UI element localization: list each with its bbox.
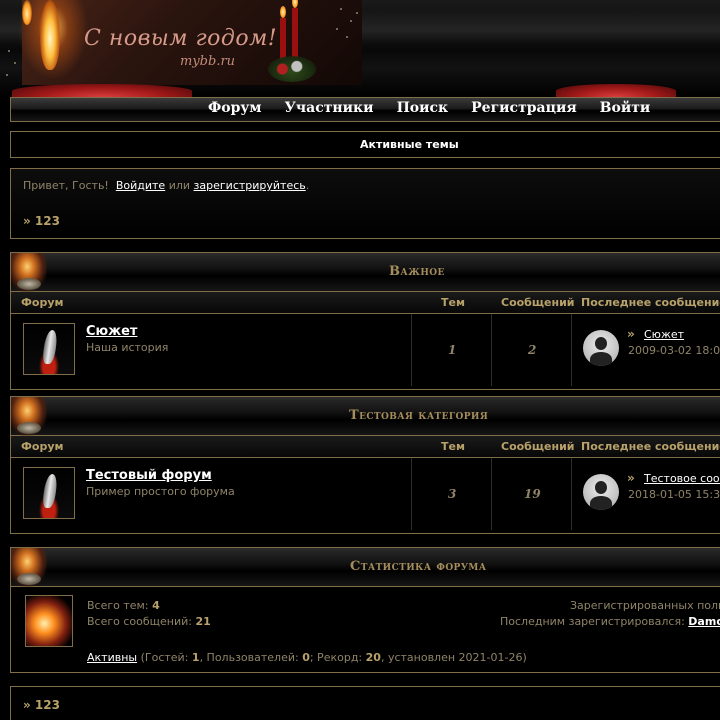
stats-header: Статистика форума (11, 548, 720, 587)
register-link[interactable]: зарегистрируйтесь (194, 179, 306, 192)
rose-decoration (556, 84, 676, 97)
candles-decoration (264, 0, 316, 85)
stats-title: Статистика форума (350, 559, 487, 574)
category-title: Тестовая категория (349, 408, 489, 423)
welcome-line: Привет, Гость! Войдите или зарегистрируй… (23, 179, 309, 192)
stats-candle-icon (25, 595, 73, 647)
category-header: Тестовая категория (11, 397, 720, 436)
nav-search[interactable]: Поиск (397, 100, 449, 116)
welcome-greeting: Привет, Гость! (23, 179, 109, 192)
post-count: 19 (524, 487, 541, 501)
col-forum: Форум (21, 296, 64, 309)
candle-icon (11, 548, 47, 587)
candle-flame-icon (22, 0, 32, 25)
welcome-suffix: . (305, 179, 310, 192)
online-users: Активны (Гостей: 1, Пользователей: 0; Ре… (87, 651, 527, 664)
forum-candle-icon (23, 467, 75, 519)
last-post-date: 2018-01-05 15:3 (628, 488, 720, 501)
main-nav: Форум Участники Поиск Регистрация Войти (10, 97, 720, 122)
active-topics-bar: Активные темы (10, 131, 720, 158)
col-forum: Форум (21, 440, 64, 453)
candle-flame-icon (40, 0, 60, 70)
forum-candle-icon (23, 323, 75, 375)
nav-members[interactable]: Участники (285, 100, 374, 116)
last-registered: Последним зарегистрировался: Damo (500, 615, 720, 628)
forum-description: Пример простого форума (86, 485, 235, 498)
bottom-breadcrumb-box: » 123 (10, 686, 720, 720)
category-title: Важное (389, 264, 445, 279)
forum-row: Тестовый форум Пример простого форума 3 … (11, 458, 720, 530)
breadcrumb[interactable]: » 123 (23, 214, 60, 228)
category-test: Тестовая категория Форум Тем Сообщений П… (10, 396, 720, 534)
topic-count: 1 (448, 343, 457, 357)
col-last-post: Последнее сообщение (581, 296, 720, 309)
last-post-date: 2009-03-02 18:0 (628, 344, 720, 357)
category-important: Важное Форум Тем Сообщений Последнее соо… (10, 252, 720, 390)
total-posts: Всего сообщений: 21 (87, 615, 211, 628)
banner-site: mybb.ru (180, 54, 236, 69)
welcome-box: Привет, Гость! Войдите или зарегистрируй… (10, 168, 720, 239)
candle-icon (11, 397, 47, 436)
online-link[interactable]: Активны (87, 651, 137, 664)
nav-register[interactable]: Регистрация (471, 100, 577, 116)
col-last-post: Последнее сообщение (581, 440, 720, 453)
nav-forum[interactable]: Форум (208, 100, 262, 116)
login-link[interactable]: Войдите (116, 179, 165, 192)
nav-login[interactable]: Войти (600, 100, 651, 116)
total-topics: Всего тем: 4 (87, 599, 160, 612)
forum-name[interactable]: Сюжет (86, 324, 137, 339)
col-posts: Сообщений (501, 296, 575, 309)
registered-users: Зарегистрированных поль (570, 599, 720, 612)
header-banner: С новым годом! mybb.ru (0, 0, 720, 97)
col-posts: Сообщений (501, 440, 575, 453)
avatar-icon (583, 330, 619, 366)
banner-greeting: С новым годом! (84, 26, 278, 51)
column-headers: Форум Тем Сообщений Последнее сообщение (11, 436, 720, 458)
forum-row: Сюжет Наша история 1 2 » Сюжет 2009-03-0… (11, 314, 720, 386)
last-registered-user-link[interactable]: Damo (688, 615, 720, 628)
forum-stats: Статистика форума Всего тем: 4 Всего соо… (10, 547, 720, 673)
topic-count: 3 (448, 487, 457, 501)
post-count: 2 (528, 343, 537, 357)
double-chevron-icon: » (627, 471, 635, 485)
last-post-link[interactable]: Тестовое сооб (644, 472, 720, 485)
welcome-or: или (168, 179, 191, 192)
category-header: Важное (11, 253, 720, 292)
double-chevron-icon: » (627, 327, 635, 341)
col-topics: Тем (441, 440, 465, 453)
active-topics-link[interactable]: Активные темы (360, 138, 459, 151)
last-post-link[interactable]: Сюжет (644, 328, 684, 341)
col-topics: Тем (441, 296, 465, 309)
forum-name[interactable]: Тестовый форум (86, 468, 212, 483)
rose-decoration (12, 84, 192, 97)
column-headers: Форум Тем Сообщений Последнее сообщение (11, 292, 720, 314)
avatar-icon (583, 474, 619, 510)
breadcrumb[interactable]: » 123 (23, 698, 60, 712)
forum-description: Наша история (86, 341, 169, 354)
candle-icon (11, 253, 47, 292)
